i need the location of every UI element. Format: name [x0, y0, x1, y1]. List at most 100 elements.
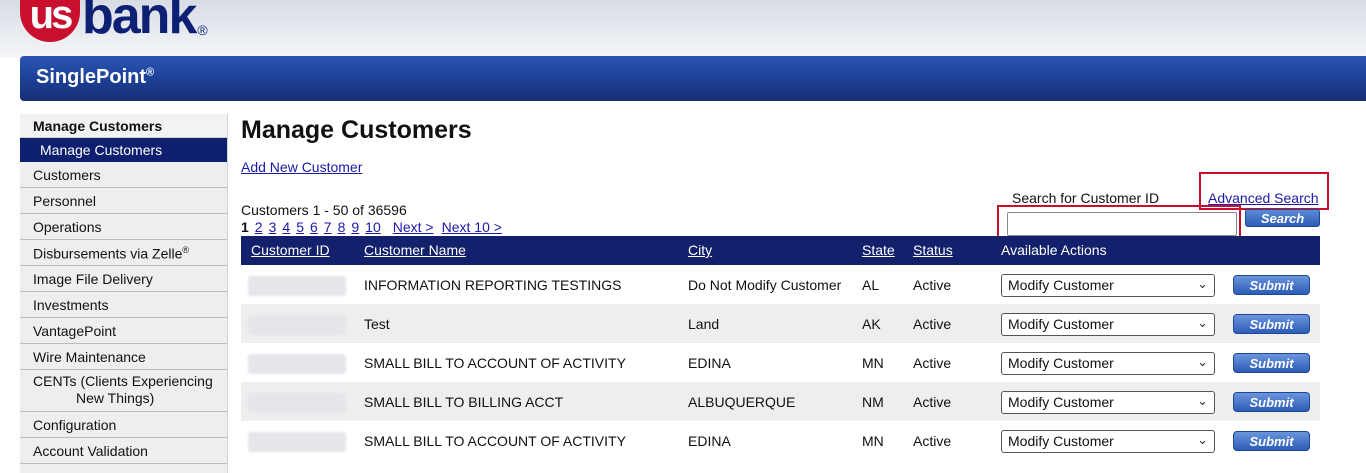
logo-registered-mark: ® [197, 22, 208, 38]
sidebar-item-personnel[interactable]: Personnel [20, 188, 227, 214]
pagination: 1 2 3 4 5 6 7 8 9 10 Next > Next 10 > [241, 219, 502, 235]
table-row: Test Land AK Active Modify Customer ⌄ Sub… [241, 304, 1320, 343]
submit-button[interactable]: Submit [1233, 275, 1310, 295]
submit-button[interactable]: Submit [1233, 353, 1310, 373]
submit-button[interactable]: Submit [1233, 392, 1310, 412]
sidebar-item-cents[interactable]: CENTs (Clients Experiencing New Things) [20, 370, 227, 412]
sidebar-item-wire-maintenance[interactable]: Wire Maintenance [20, 344, 227, 370]
search-label: Search for Customer ID [1012, 190, 1160, 206]
table-row: SMALL BILL TO ACCOUNT OF ACTIVITY EDINA … [241, 421, 1320, 460]
sidebar-item-label: Disbursements via Zelle [33, 245, 183, 262]
state: AL [862, 277, 880, 293]
redacted-customer-id[interactable] [248, 432, 346, 452]
page-title: Manage Customers [241, 116, 472, 144]
sidebar-item-vantagepoint[interactable]: VantagePoint [20, 318, 227, 344]
sidebar-nav: Manage Customers Manage Customers Custom… [20, 114, 228, 473]
page-link[interactable]: 8 [338, 219, 346, 235]
sidebar-item-label-line2: New Things) [76, 390, 155, 406]
logo-text: bank [82, 0, 197, 45]
table-row: INFORMATION REPORTING TESTINGS Do Not Mo… [241, 265, 1320, 304]
sidebar-item-investments[interactable]: Investments [20, 292, 227, 318]
sidebar-item-label-line1: CENTs (Clients Experiencing [33, 373, 213, 389]
city: ALBUQUERQUE [688, 394, 796, 410]
page-link[interactable]: 5 [296, 219, 304, 235]
column-header-city[interactable]: City [688, 242, 712, 258]
page-link[interactable]: 3 [269, 219, 277, 235]
action-select-value: Modify Customer [1008, 355, 1114, 371]
submit-button[interactable]: Submit [1233, 431, 1310, 451]
submit-button[interactable]: Submit [1233, 314, 1310, 334]
next-page-link[interactable]: Next > [393, 219, 434, 235]
sidebar-item-configuration[interactable]: Configuration [20, 412, 227, 438]
table-row: SMALL BILL TO ACCOUNT OF ACTIVITY EDINA … [241, 343, 1320, 382]
column-header-customer-name[interactable]: Customer Name [364, 242, 466, 258]
customers-table: Customer ID Customer Name City State Sta… [241, 236, 1320, 460]
product-bar: SinglePoint® [20, 56, 1366, 101]
add-new-customer-link[interactable]: Add New Customer [241, 159, 362, 175]
chevron-down-icon: ⌄ [1197, 276, 1208, 291]
chevron-down-icon: ⌄ [1197, 393, 1208, 408]
sidebar-item-operations[interactable]: Operations [20, 214, 227, 240]
customer-name: SMALL BILL TO ACCOUNT OF ACTIVITY [364, 355, 626, 371]
usbank-logo[interactable]: us bank ® [20, 0, 208, 42]
sidebar-item-image-file-delivery[interactable]: Image File Delivery [20, 266, 227, 292]
state: AK [862, 316, 881, 332]
product-registered-mark: ® [146, 66, 155, 79]
page-link[interactable]: 6 [310, 219, 318, 235]
action-select[interactable]: Modify Customer ⌄ [1001, 391, 1215, 414]
search-button[interactable]: Search [1245, 209, 1320, 227]
action-select-value: Modify Customer [1008, 277, 1114, 293]
action-select[interactable]: Modify Customer ⌄ [1001, 313, 1215, 336]
sidebar-item-manage-customers[interactable]: Manage Customers [20, 138, 227, 162]
table-row: SMALL BILL TO BILLING ACCT ALBUQUERQUE N… [241, 382, 1320, 421]
sidebar-item-disbursements-zelle[interactable]: Disbursements via Zelle® [20, 240, 227, 266]
customer-name: SMALL BILL TO ACCOUNT OF ACTIVITY [364, 433, 626, 449]
registered-mark: ® [182, 245, 190, 255]
product-name-text: SinglePoint [36, 66, 146, 88]
page-link[interactable]: 4 [282, 219, 290, 235]
table-header: Customer ID Customer Name City State Sta… [241, 236, 1320, 265]
page-link[interactable]: 2 [255, 219, 263, 235]
action-select-value: Modify Customer [1008, 394, 1114, 410]
page-link[interactable]: 10 [365, 219, 381, 235]
city: Do Not Modify Customer [688, 277, 842, 293]
customer-name: INFORMATION REPORTING TESTINGS [364, 277, 622, 293]
state: MN [862, 355, 884, 371]
action-select[interactable]: Modify Customer ⌄ [1001, 274, 1215, 297]
results-count: Customers 1 - 50 of 36596 [241, 202, 407, 218]
column-header-customer-id[interactable]: Customer ID [251, 242, 330, 258]
status: Active [913, 316, 952, 332]
city: EDINA [688, 355, 731, 371]
redacted-customer-id[interactable] [248, 393, 346, 413]
chevron-down-icon: ⌄ [1197, 315, 1208, 330]
chevron-down-icon: ⌄ [1197, 432, 1208, 447]
column-header-status[interactable]: Status [913, 242, 953, 258]
page-link[interactable]: 9 [351, 219, 359, 235]
status: Active [913, 355, 952, 371]
state: NM [862, 394, 884, 410]
sidebar-header: Manage Customers [20, 114, 227, 138]
column-header-available-actions: Available Actions [1001, 242, 1107, 258]
status: Active [913, 394, 952, 410]
sidebar-item-account-validation[interactable]: Account Validation [20, 438, 227, 464]
sidebar-item-customers[interactable]: Customers [20, 162, 227, 188]
page-link[interactable]: 7 [324, 219, 332, 235]
redacted-customer-id[interactable] [248, 354, 346, 374]
top-banner: us bank ® [0, 0, 1366, 58]
city: Land [688, 316, 720, 332]
city: EDINA [688, 433, 731, 449]
column-header-state[interactable]: State [862, 242, 895, 258]
logo-shield: us [20, 0, 80, 42]
action-select-value: Modify Customer [1008, 316, 1114, 332]
next-10-pages-link[interactable]: Next 10 > [442, 219, 502, 235]
redacted-customer-id[interactable] [248, 276, 346, 296]
action-select[interactable]: Modify Customer ⌄ [1001, 352, 1215, 375]
action-select[interactable]: Modify Customer ⌄ [1001, 430, 1215, 453]
state: MN [862, 433, 884, 449]
redacted-customer-id[interactable] [248, 315, 346, 335]
customer-name: SMALL BILL TO BILLING ACCT [364, 394, 564, 410]
chevron-down-icon: ⌄ [1197, 354, 1208, 369]
status: Active [913, 433, 952, 449]
customer-name: Test [364, 316, 390, 332]
status: Active [913, 277, 952, 293]
